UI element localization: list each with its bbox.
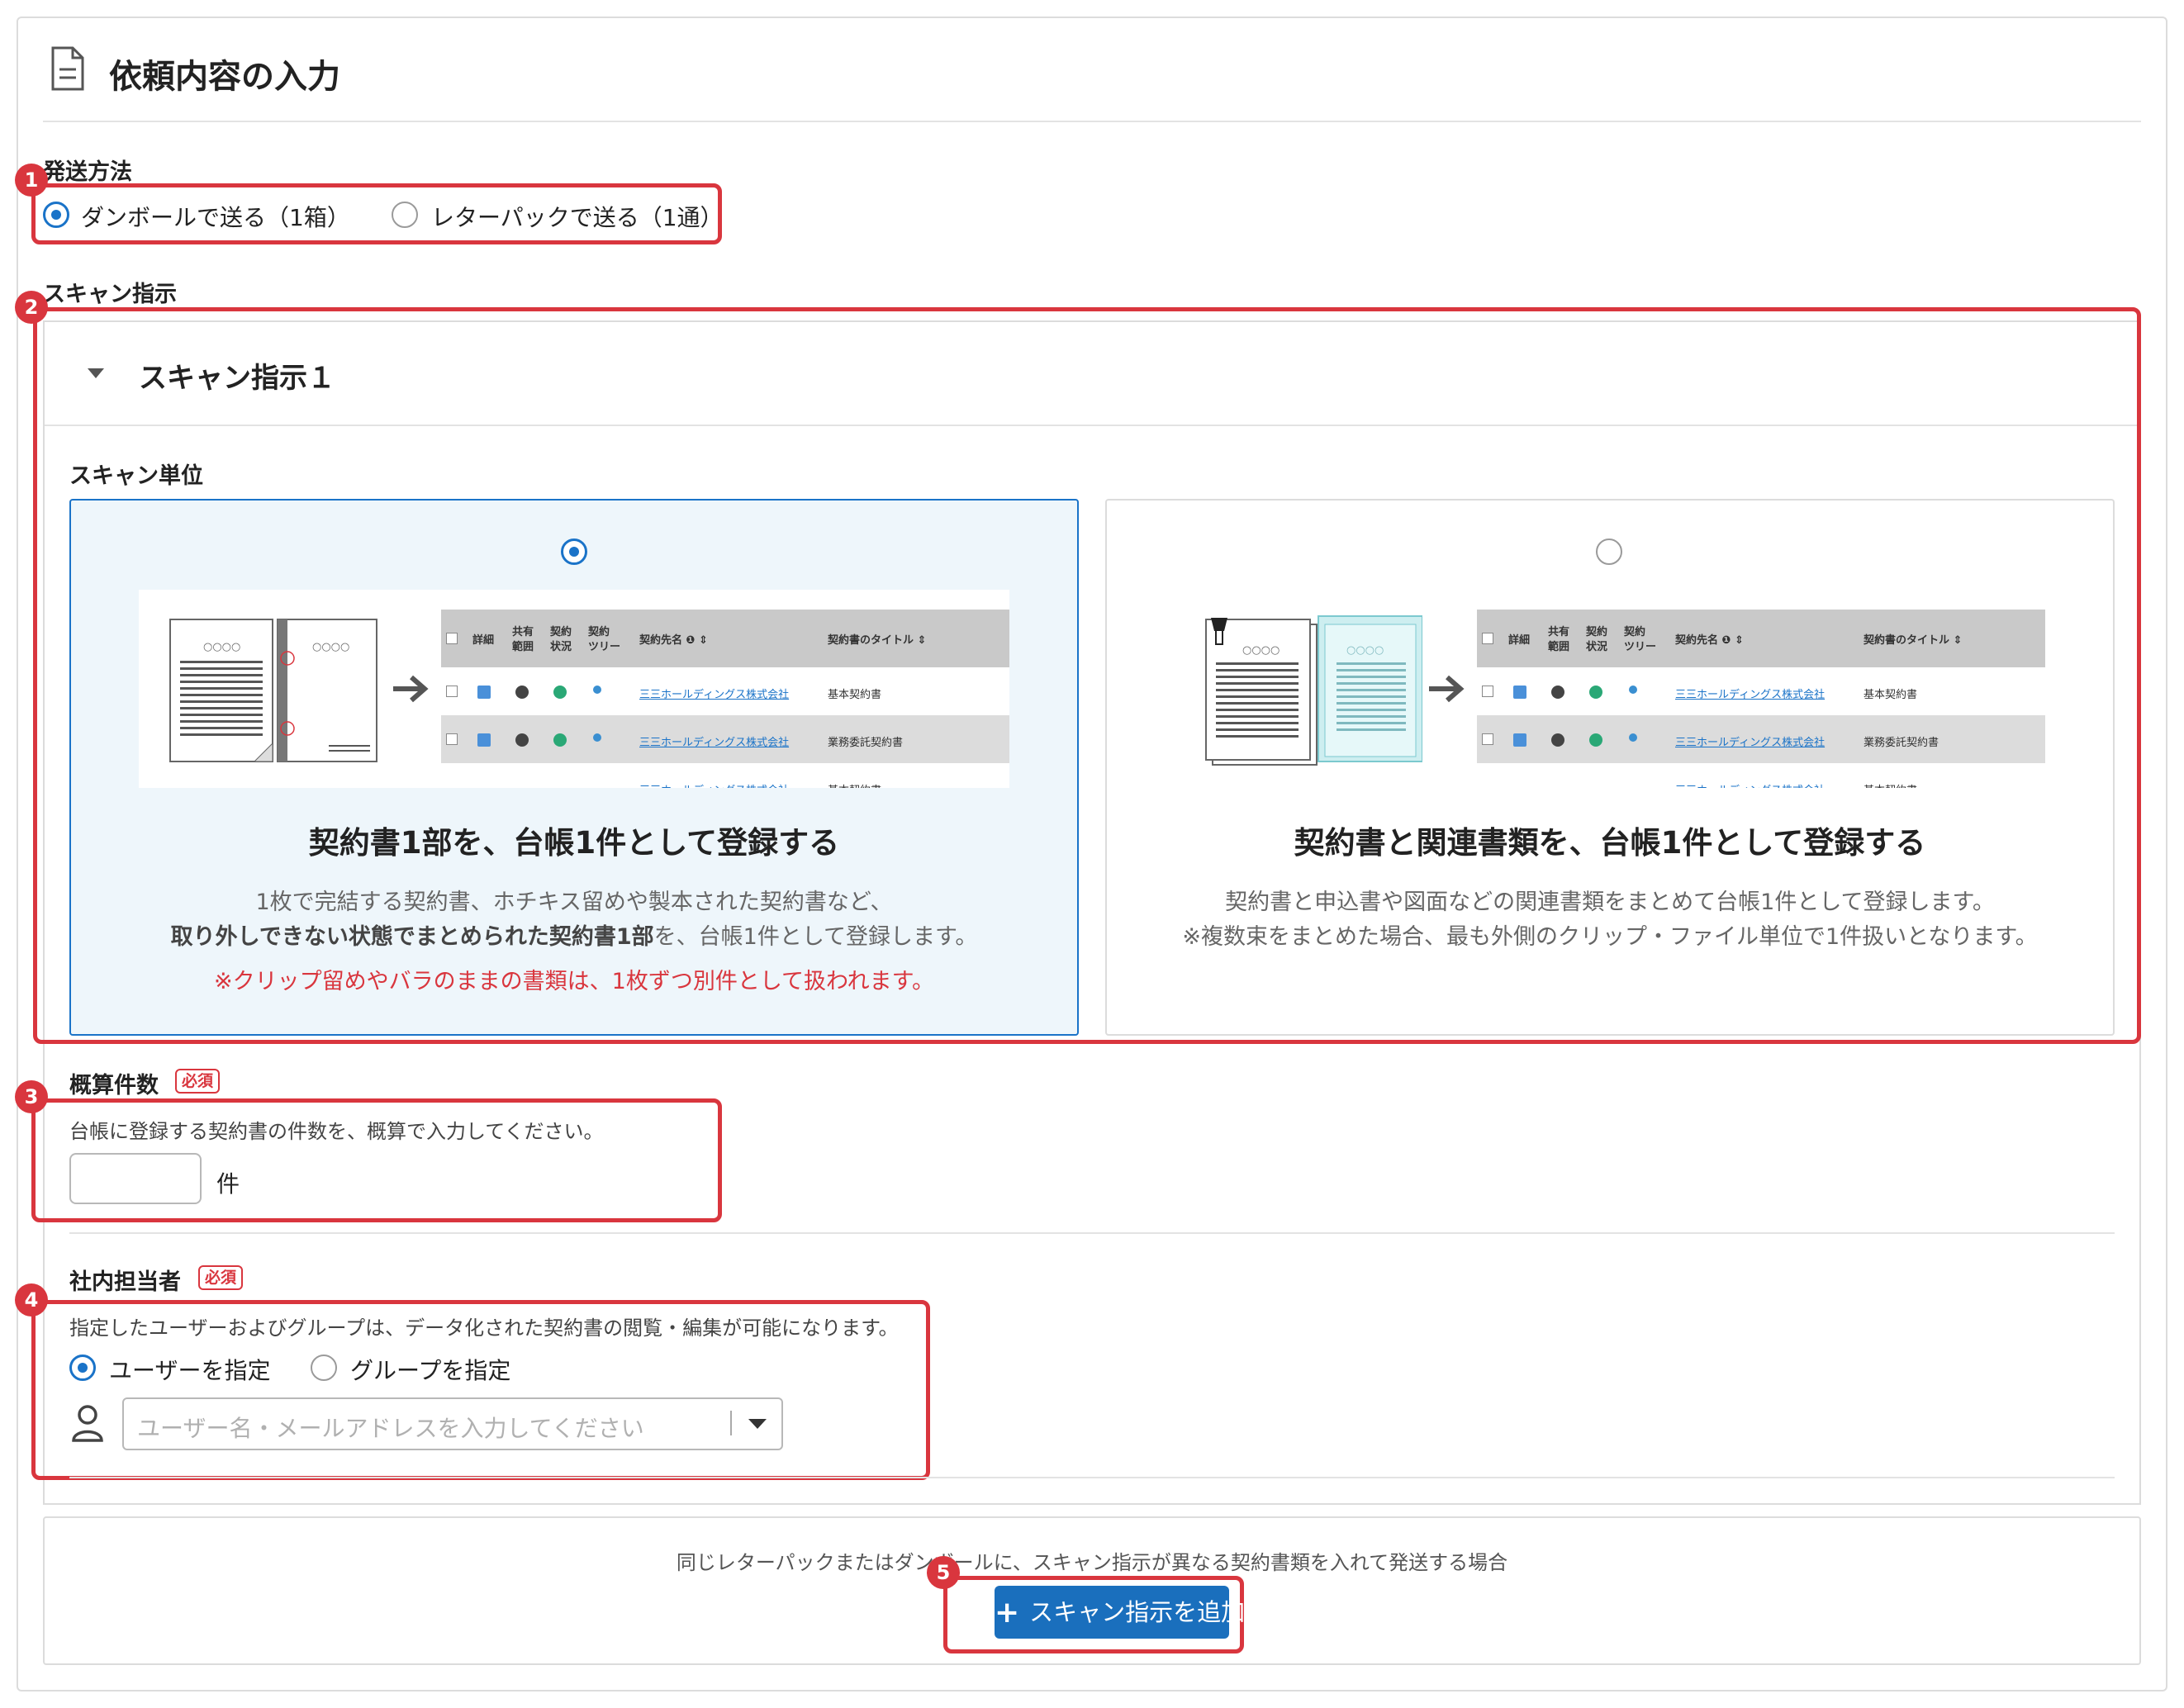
owner-required-badge: 必須: [198, 1265, 244, 1290]
owner-label: 社内担当者: [69, 1269, 181, 1295]
callout-badge-3: 3: [15, 1080, 48, 1113]
callout-badge-2: 2: [15, 291, 48, 324]
estimate-label: 概算件数: [69, 1073, 159, 1098]
shipping-radio-letterpack[interactable]: [392, 202, 418, 228]
shipping-option-letterpack-label[interactable]: レターパックで送る（1通）: [431, 200, 724, 233]
callout-badge-5: 5: [927, 1556, 960, 1589]
callout-badge-1: 1: [15, 164, 48, 197]
owner-help: 指定したユーザーおよびグループは、データ化された契約書の閲覧・編集が可能になりま…: [69, 1317, 899, 1340]
plus-icon: +: [995, 1596, 1020, 1630]
owner-option-user-label[interactable]: ユーザーを指定: [109, 1353, 270, 1386]
chevron-down-icon[interactable]: [748, 1419, 767, 1429]
select-separator: [730, 1411, 732, 1435]
add-scan-instruction-button[interactable]: + スキャン指示を追加: [995, 1586, 1245, 1639]
section-divider: [69, 1232, 2115, 1234]
estimate-help: 台帳に登録する契約書の件数を、概算で入力してください。: [69, 1120, 604, 1143]
user-icon: [72, 1405, 103, 1442]
add-scan-instruction-label: スキャン指示を追加: [1029, 1598, 1246, 1626]
owner-user-select-placeholder[interactable]: ユーザー名・メールアドレスを入力してください: [137, 1411, 644, 1444]
document-icon: [51, 46, 84, 91]
shipping-label: 発送方法: [43, 159, 132, 185]
estimate-count-input[interactable]: [69, 1153, 202, 1204]
section-divider: [69, 1477, 2115, 1478]
scan-label: スキャン指示: [43, 282, 177, 307]
estimate-required-badge: 必須: [175, 1069, 221, 1094]
callout-box-2: [33, 307, 2141, 1044]
owner-option-group-label[interactable]: グループを指定: [350, 1353, 510, 1386]
add-instruction-note: 同じレターパックまたはダンボールに、スキャン指示が異なる契約書類を入れて発送する…: [676, 1551, 1508, 1574]
owner-radio-user[interactable]: [69, 1355, 96, 1381]
title-divider: [43, 121, 2141, 122]
page-title: 依頼内容の入力: [109, 58, 340, 96]
owner-radio-group[interactable]: [311, 1355, 337, 1381]
shipping-option-box-label[interactable]: ダンボールで送る（1箱）: [81, 200, 350, 233]
shipping-radio-box[interactable]: [43, 202, 69, 228]
estimate-unit: 件: [216, 1170, 240, 1198]
callout-badge-4: 4: [15, 1283, 48, 1317]
